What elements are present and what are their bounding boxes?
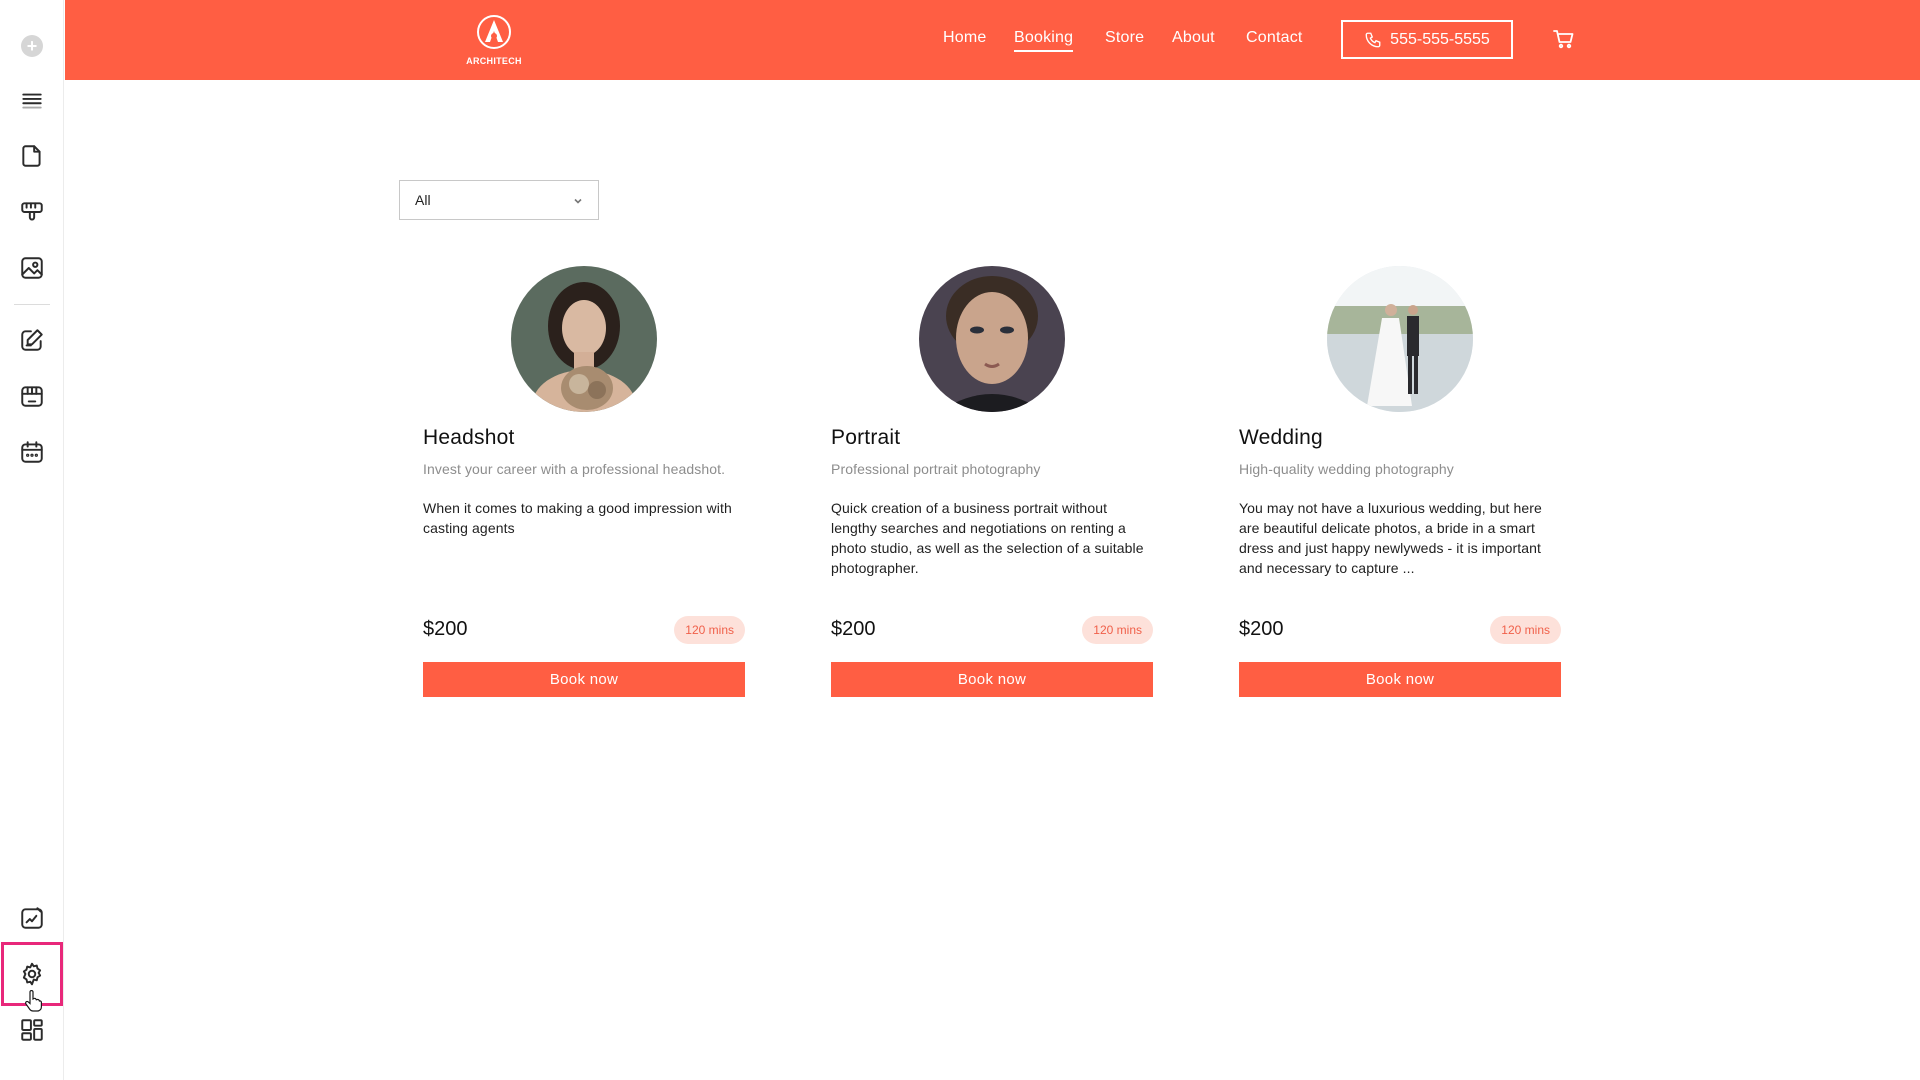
add-icon[interactable]: + [21,35,43,57]
service-title: Headshot [423,426,515,449]
service-title: Wedding [1239,426,1323,449]
paint-roller-icon[interactable] [12,192,52,232]
sidebar-divider [14,304,50,305]
service-card-wedding: Wedding High-quality wedding photography… [1239,266,1561,697]
layout-grid-icon[interactable] [12,1010,52,1050]
service-image-portrait [919,266,1065,412]
book-now-button[interactable]: Book now [831,662,1153,697]
duration-badge: 120 mins [674,616,745,644]
nav-about[interactable]: About [1172,29,1215,47]
editor-sidebar: + [0,0,64,1080]
logo-text: ARCHITECH [466,56,522,66]
service-price: $200 [831,618,876,640]
service-meta: $200 120 mins [1239,616,1561,646]
service-image-wedding [1327,266,1473,412]
image-icon[interactable] [12,248,52,288]
service-description: You may not have a luxurious wedding, bu… [1239,500,1542,576]
service-subtitle: Invest your career with a professional h… [423,461,726,477]
service-card-headshot: Headshot Invest your career with a profe… [423,266,745,697]
book-now-button[interactable]: Book now [1239,662,1561,697]
phone-icon [1365,32,1381,47]
service-price: $200 [1239,618,1284,640]
site-header: ARCHITECH Home Booking Store About Conta… [65,0,1920,80]
page-icon[interactable] [12,136,52,176]
service-meta: $200 120 mins [423,616,745,646]
site-logo[interactable]: ARCHITECH [465,14,523,66]
logo-icon [477,15,511,49]
chevron-down-icon [572,194,584,206]
hand-cursor-icon [25,990,42,1012]
cart-icon [1553,30,1574,49]
calendar-icon[interactable] [12,432,52,472]
nav-home[interactable]: Home [943,29,986,47]
book-now-button[interactable]: Book now [423,662,745,697]
filter-selected-value: All [415,192,431,208]
service-subtitle: High-quality wedding photography [1239,461,1454,477]
duration-badge: 120 mins [1082,616,1153,644]
service-price: $200 [423,618,468,640]
service-subtitle: Professional portrait photography [831,461,1041,477]
edit-icon[interactable] [12,320,52,360]
cart-button[interactable] [1552,27,1576,51]
phone-number: 555-555-5555 [1390,30,1490,48]
service-title: Portrait [831,426,901,449]
service-card-portrait: Portrait Professional portrait photograp… [831,266,1153,697]
nav-store[interactable]: Store [1105,29,1144,47]
nav-booking[interactable]: Booking [1014,29,1074,52]
category-filter-select[interactable]: All [399,180,599,220]
duration-badge: 120 mins [1490,616,1561,644]
nav-contact[interactable]: Contact [1246,29,1303,47]
phone-button[interactable]: 555-555-5555 [1341,20,1513,59]
service-image-headshot [511,266,657,412]
service-description: Quick creation of a business portrait wi… [831,500,1144,576]
design-edit-icon[interactable] [12,898,52,938]
service-description: When it comes to making a good impressio… [423,500,732,536]
store-icon[interactable] [12,376,52,416]
menu-layers-icon[interactable] [12,80,52,120]
service-meta: $200 120 mins [831,616,1153,646]
